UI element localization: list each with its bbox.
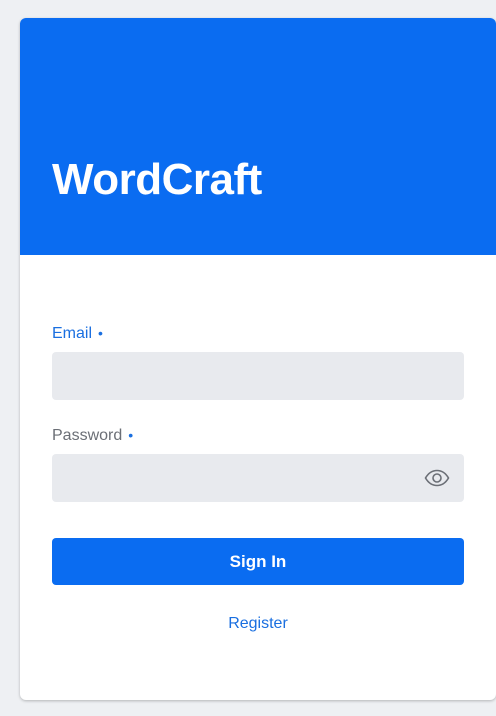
sign-in-button[interactable]: Sign In bbox=[52, 538, 464, 585]
password-label: Password • bbox=[52, 425, 133, 446]
email-input[interactable] bbox=[52, 352, 464, 400]
password-label-text: Password bbox=[52, 427, 123, 444]
login-card: WordCraft Email • Password • Sign In Regis… bbox=[20, 18, 496, 700]
email-required-mark: • bbox=[98, 325, 103, 341]
email-label: Email • bbox=[52, 323, 103, 344]
email-label-text: Email bbox=[52, 325, 93, 342]
eye-icon-svg bbox=[424, 469, 450, 487]
password-required-mark: • bbox=[128, 427, 134, 443]
brand-title: WordCraft bbox=[52, 155, 262, 204]
brand-header: WordCraft bbox=[20, 18, 496, 255]
register-link[interactable]: Register bbox=[52, 614, 464, 634]
eye-icon[interactable] bbox=[422, 467, 452, 489]
password-input[interactable] bbox=[52, 454, 464, 502]
